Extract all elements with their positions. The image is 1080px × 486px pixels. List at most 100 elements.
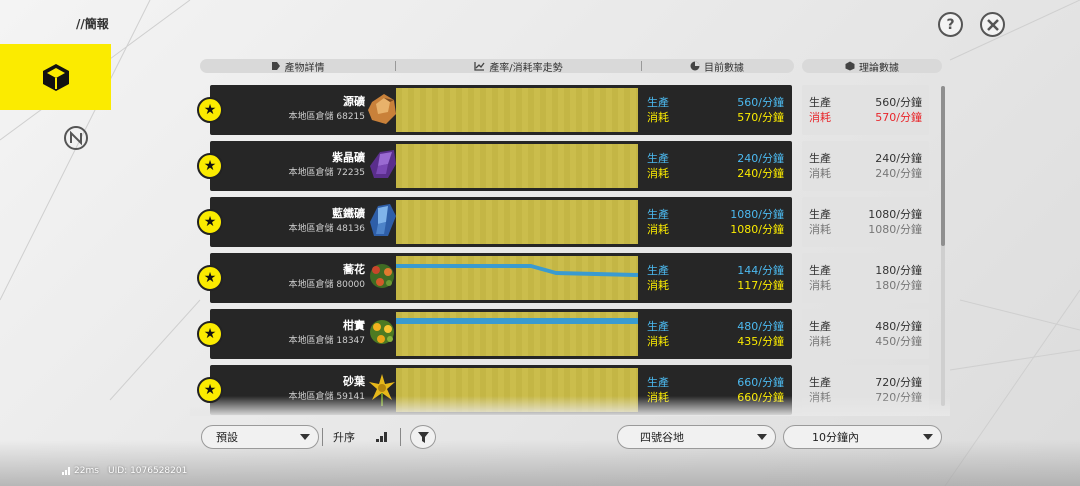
trend-stripe	[444, 200, 450, 244]
trend-stripe	[564, 256, 570, 300]
list-item[interactable]: ★ 柑實 本地區倉儲 18347 生產 消耗 480/分鐘 435/分鐘 生產 …	[197, 309, 942, 359]
theory-production-rate: 180/分鐘	[875, 264, 922, 277]
trend-stripe	[498, 256, 504, 300]
trend-stripe	[444, 256, 450, 300]
trend-stripe	[450, 144, 456, 188]
trend-stripe	[504, 88, 510, 132]
trend-stripe	[570, 200, 576, 244]
theory-produce-label: 生產	[809, 376, 831, 389]
theory-consume-label: 消耗	[809, 335, 831, 348]
trend-stripe	[438, 144, 444, 188]
citrus-plant-icon	[370, 320, 394, 344]
amethyst-ore-icon	[370, 150, 396, 178]
trend-stripe	[612, 200, 618, 244]
close-button[interactable]	[980, 12, 1005, 37]
trend-stripe	[396, 200, 402, 244]
trend-stripe	[474, 144, 480, 188]
item-stock: 本地區倉儲 48136	[288, 224, 366, 234]
theory-production-rate: 240/分鐘	[875, 152, 922, 165]
trend-stripe	[516, 256, 522, 300]
theory-consumption-rate: 180/分鐘	[875, 279, 922, 292]
cube-icon	[42, 64, 69, 91]
item-card: 蕎花 本地區倉儲 80000 生產 消耗 144/分鐘 117/分鐘	[210, 253, 792, 303]
help-button[interactable]: ?	[938, 12, 963, 37]
production-rate: 240/分鐘	[737, 152, 784, 165]
theory-produce-label: 生產	[809, 208, 831, 221]
trend-stripe	[624, 200, 630, 244]
trend-stripe	[402, 200, 408, 244]
item-name: 源礦	[343, 95, 365, 108]
trend-stripe	[522, 256, 528, 300]
trend-stripe	[522, 200, 528, 244]
theory-panel: 生產 消耗 560/分鐘 570/分鐘	[802, 85, 929, 135]
favorite-star-icon[interactable]: ★	[197, 153, 223, 179]
trend-stripe	[600, 256, 606, 300]
favorite-star-icon[interactable]: ★	[197, 209, 223, 235]
filter-icon	[417, 431, 429, 443]
trend-stripe	[552, 256, 558, 300]
production-rate: 1080/分鐘	[730, 208, 784, 221]
trend-stripe	[498, 88, 504, 132]
consumption-rate: 240/分鐘	[737, 167, 784, 180]
preset-dropdown[interactable]: 預設	[201, 425, 319, 449]
sidebar-item-navigation[interactable]	[63, 125, 89, 151]
trend-stripe	[408, 144, 414, 188]
theory-production-rate: 720/分鐘	[875, 376, 922, 389]
sidebar-item-briefing[interactable]	[0, 44, 111, 110]
filter-button[interactable]	[410, 425, 436, 449]
item-stock: 本地區倉儲 72235	[288, 168, 366, 178]
region-dropdown[interactable]: 四號谷地	[617, 425, 776, 449]
sort-order-label: 升序	[333, 431, 355, 444]
favorite-star-icon[interactable]: ★	[197, 321, 223, 347]
column-header-bar: 產物詳情 產率/消耗率走勢 目前數據	[200, 59, 794, 74]
list-item[interactable]: ★ 蕎花 本地區倉儲 80000 生產 消耗 144/分鐘 117/分鐘 生產 …	[197, 253, 942, 303]
theory-consumption-rate: 240/分鐘	[875, 167, 922, 180]
trend-stripe	[600, 88, 606, 132]
divider	[322, 428, 323, 446]
trend-stripe	[432, 144, 438, 188]
chevron-down-icon	[300, 434, 310, 440]
trend-stripe	[432, 200, 438, 244]
theory-produce-label: 生產	[809, 96, 831, 109]
trend-stripe	[576, 144, 582, 188]
trend-stripe	[504, 144, 510, 188]
trend-stripe	[432, 256, 438, 300]
item-card: 紫晶礦 本地區倉儲 72235 生產 消耗 240/分鐘 240/分鐘	[210, 141, 792, 191]
list-item[interactable]: ★ 紫晶礦 本地區倉儲 72235 生產 消耗 240/分鐘 240/分鐘 生產…	[197, 141, 942, 191]
trend-stripe	[600, 144, 606, 188]
favorite-star-icon[interactable]: ★	[197, 97, 223, 123]
tag-icon	[271, 62, 280, 70]
trend-stripe	[462, 200, 468, 244]
list-item[interactable]: ★ 源礦 本地區倉儲 68215 生產 消耗 560/分鐘 570/分鐘 生產 …	[197, 85, 942, 135]
trend-stripe	[570, 144, 576, 188]
production-rate: 660/分鐘	[737, 376, 784, 389]
trend-stripe	[630, 88, 636, 132]
sort-order-button[interactable]: 升序	[327, 425, 394, 449]
item-name: 蕎花	[343, 263, 365, 276]
favorite-star-icon[interactable]: ★	[197, 377, 223, 403]
theory-panel: 生產 消耗 180/分鐘 180/分鐘	[802, 253, 929, 303]
trend-stripe	[432, 88, 438, 132]
trend-stripe	[612, 88, 618, 132]
trend-stripe	[588, 256, 594, 300]
item-name: 砂葉	[343, 375, 365, 388]
trend-stripe	[414, 144, 420, 188]
scrollbar-thumb[interactable]	[941, 86, 945, 246]
trend-stripe	[444, 144, 450, 188]
list-fade	[190, 396, 950, 416]
trend-stripe	[480, 88, 486, 132]
trend-stripe	[624, 256, 630, 300]
list-item[interactable]: ★ 藍鐵礦 本地區倉儲 48136 生產 消耗 1080/分鐘 1080/分鐘 …	[197, 197, 942, 247]
trend-stripe	[618, 144, 624, 188]
theory-production-rate: 480/分鐘	[875, 320, 922, 333]
theory-consume-label: 消耗	[809, 279, 831, 292]
item-stock: 本地區倉儲 68215	[288, 112, 366, 122]
trend-stripe	[426, 88, 432, 132]
trend-stripe	[534, 200, 540, 244]
favorite-star-icon[interactable]: ★	[197, 265, 223, 291]
trend-stripe	[636, 256, 638, 300]
trend-stripe	[420, 200, 426, 244]
trend-stripe	[570, 88, 576, 132]
time-range-dropdown[interactable]: 10分鐘內	[783, 425, 942, 449]
trend-stripe	[522, 144, 528, 188]
